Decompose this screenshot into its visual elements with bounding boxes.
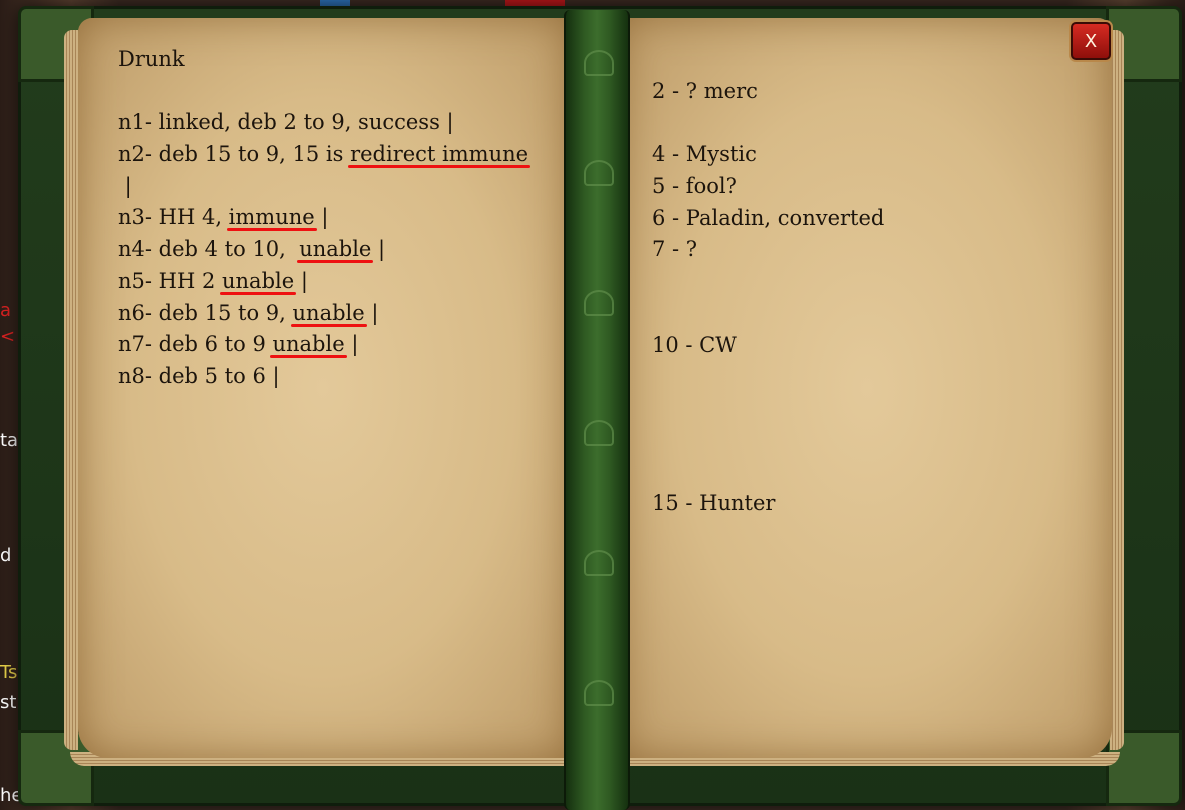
note-line: n2- deb 15 to 9, 15 is redirect immune [118,139,528,171]
note-text: n1- linked, deb 2 to 9, success | [118,110,454,135]
note-text: | [371,237,386,262]
underlined-text: unable [299,237,372,262]
note-line [652,266,884,298]
note-line: 6 - Paladin, converted [652,205,885,230]
note-line: 5 - fool? [652,174,737,199]
note-line: Drunk [118,44,528,76]
spine-ornament [584,160,614,186]
side-fragment: ta [0,430,19,451]
underlined-text: unable [272,332,345,357]
note-line: 4 - Mystic [652,142,757,167]
note-text: n6- deb 15 to 9, [118,300,293,325]
spine-ornament [584,550,614,576]
spine-ornament [584,420,614,446]
side-fragment: st [0,692,17,713]
spine-ornament [584,50,614,76]
note-text: n7- deb 6 to 9 [118,332,273,357]
side-fragment: < [0,326,16,347]
note-text: | [344,332,359,357]
note-line: n5- HH 2 unable | [118,266,528,298]
note-line [652,456,884,488]
spine-ornament [584,680,614,706]
underlined-text: redirect immune [350,142,529,167]
note-line: n8- deb 5 to 6 | [118,361,528,393]
note-line: n4- deb 4 to 10, unable | [118,234,528,266]
note-line [652,108,884,140]
note-text: | [294,268,308,293]
note-line: 2 - ? merc [652,79,758,103]
note-line: n7- deb 6 to 9 unable | [118,329,528,361]
note-line: 15 - Hunter [652,490,776,515]
note-line: n3- HH 4, immune | [118,202,528,234]
note-line: n1- linked, deb 2 to 9, success | [118,107,528,139]
note-text: n8- deb 5 to 6 | [118,363,280,388]
note-text: Drunk [118,47,185,71]
note-line: n6- deb 15 to 9, unable | [118,298,528,330]
note-line [652,393,884,425]
note-text: n3- HH 4, [118,205,229,230]
note-text: | [364,300,379,325]
note-text: n5- HH 2 [118,268,222,293]
spine-ornament [584,290,614,316]
note-line [652,425,884,457]
left-page-notes[interactable]: Drunk n1- linked, deb 2 to 9, success | n2… [118,44,528,393]
right-page-notes[interactable]: 2 - ? merc 4 - Mystic 5 - fool? 6 - Paladin… [652,76,884,520]
note-text: n4- deb 4 to 10, [118,237,300,262]
underlined-text: immune [228,205,315,230]
page-stack-right [1110,30,1124,750]
side-fragment: he [0,785,20,806]
note-line: 10 - CW [652,332,737,357]
side-fragment: d [0,545,12,566]
book-spine [564,10,630,810]
note-text: | [118,173,132,198]
note-text: n2- deb 15 to 9, 15 is [118,142,351,167]
underlined-text: unable [222,268,295,293]
note-line: 7 - ? [652,237,698,262]
close-button[interactable]: X [1071,22,1111,60]
note-line: | [118,171,528,203]
note-line [118,76,528,108]
note-line [652,361,884,393]
note-text: | [314,205,329,230]
page-stack-left [64,30,78,750]
side-fragment: a [0,300,12,321]
underlined-text: unable [292,300,365,325]
side-fragment: Ts [0,662,18,683]
note-line [652,298,884,330]
